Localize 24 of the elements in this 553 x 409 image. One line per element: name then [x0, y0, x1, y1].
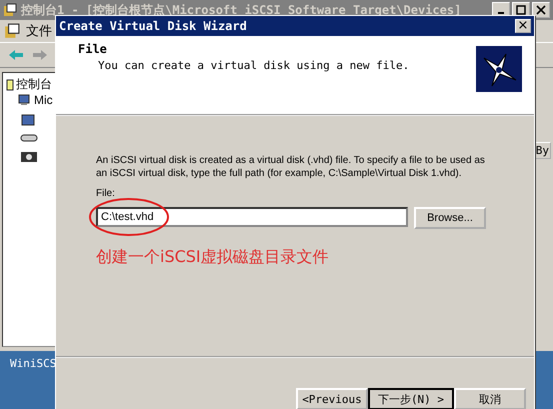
wizard-button[interactable]: 下一步(N) >	[368, 388, 454, 409]
browse-button[interactable]: Browse...	[414, 207, 486, 229]
console-icon	[3, 3, 17, 17]
menu-item[interactable]: 文件	[26, 22, 52, 40]
minimize-icon	[498, 12, 504, 14]
camera-icon	[20, 149, 38, 163]
folder-icon	[6, 78, 14, 90]
close-button[interactable]: ×	[515, 19, 531, 33]
file-path-field[interactable]: C:\test.vhd	[96, 207, 408, 227]
tree-item[interactable]: Mic	[34, 93, 53, 107]
console-icon	[4, 23, 20, 39]
header-title: File	[78, 42, 108, 56]
field-label: File:	[96, 188, 115, 199]
close-button[interactable]	[532, 2, 550, 18]
wizard-button[interactable]: 取消	[454, 388, 526, 409]
dialog-title: Create Virtual Disk Wizard	[59, 19, 247, 33]
header-subtitle: You can create a virtual disk using a new file.	[97, 59, 410, 72]
wizard-button[interactable]: <Previous	[296, 388, 368, 409]
tree-item[interactable]: 控制台	[16, 76, 52, 93]
close-icon	[536, 5, 546, 15]
maximize-icon	[516, 5, 526, 15]
description-text: An iSCSI virtual disk is created as a virtual disk (.vhd) file. To specify a file to be used as an iSCSI virtual disk, type the full path (for example, C:\Sample\Virtual Disk 1.vhd).	[96, 154, 486, 180]
annotation-text: 创建一个iSCSI虚拟磁盘目录文件	[96, 247, 330, 268]
taskbar-item[interactable]: WiniSCS	[10, 357, 56, 370]
